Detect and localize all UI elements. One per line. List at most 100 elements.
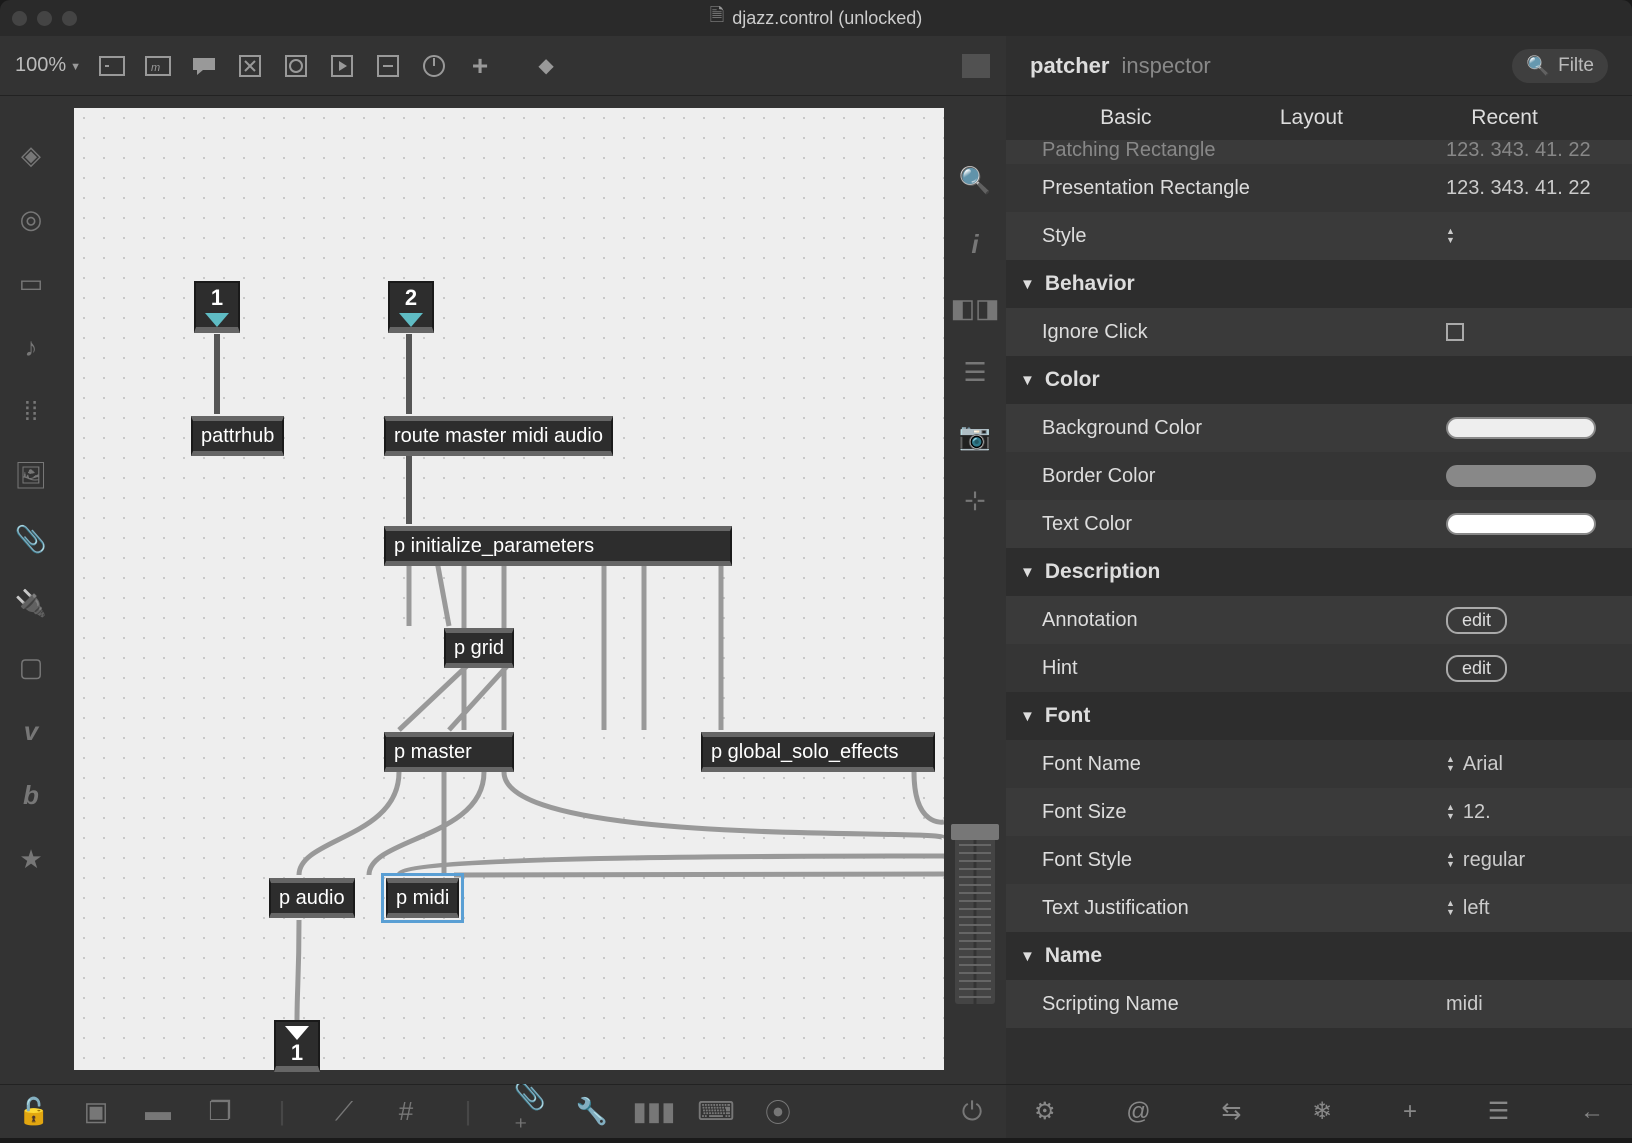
list-icon[interactable]: ☰ (961, 358, 989, 386)
target-icon[interactable]: ◎ (17, 205, 45, 233)
frame-icon[interactable]: ▭ (17, 269, 45, 297)
left-rail: ◈ ◎ ▭ ♪ ⁞⁞ 🖼 📎 🔌 ▢ v b ★ (0, 96, 62, 1084)
add-icon[interactable]: + (465, 51, 495, 81)
textjust-value[interactable]: ▲▼left (1446, 897, 1616, 920)
filter-input[interactable]: 🔍 Filte (1512, 49, 1608, 83)
message-box-icon[interactable]: m (143, 51, 173, 81)
fontname-label: Font Name (1042, 753, 1446, 776)
scripting-name-value[interactable]: midi (1446, 993, 1616, 1016)
bucket-icon[interactable]: ◆ (531, 51, 561, 81)
play-box-icon[interactable] (327, 51, 357, 81)
freeze-icon[interactable]: ❄ (1312, 1097, 1332, 1126)
menu-icon[interactable]: ☰ (1488, 1097, 1510, 1126)
image-icon[interactable]: 🖼 (17, 461, 45, 489)
paperclip-icon[interactable]: 📎 (17, 525, 45, 553)
section-color[interactable]: ▼Color (1006, 356, 1632, 404)
bordercolor-swatch[interactable] (1446, 465, 1596, 487)
wrench-icon[interactable]: 🔧 (578, 1098, 606, 1126)
grid-matrix-icon[interactable] (961, 51, 991, 81)
at-icon[interactable]: @ (1126, 1098, 1150, 1126)
attach-icon[interactable]: 📎⁺ (516, 1098, 544, 1126)
swap-icon[interactable]: ⇆ (1221, 1097, 1241, 1126)
screen-icon[interactable]: ▢ (17, 653, 45, 681)
hint-edit-button[interactable]: edit (1446, 655, 1507, 682)
divider: | (454, 1098, 482, 1126)
b-badge-icon[interactable]: b (17, 781, 45, 809)
bang-x-icon[interactable] (235, 51, 265, 81)
obj-midi[interactable]: p midi (386, 878, 459, 918)
cube-icon[interactable]: ◈ (17, 141, 45, 169)
textcolor-swatch[interactable] (1446, 513, 1596, 535)
inspector-properties[interactable]: Patching Rectangle 123. 343. 41. 22 Pres… (1006, 140, 1632, 1084)
toggle-icon[interactable] (281, 51, 311, 81)
section-behavior[interactable]: ▼Behavior (1006, 260, 1632, 308)
v-badge-icon[interactable]: v (17, 717, 45, 745)
section-name[interactable]: ▼Name (1006, 932, 1632, 980)
inspector-bottom-bar: ⚙ @ ⇆ ❄ + ☰ ← (1006, 1084, 1632, 1138)
grid-toggle-icon[interactable]: # (392, 1098, 420, 1126)
presentation-icon[interactable]: ▣ (82, 1098, 110, 1126)
inspector-tabs[interactable]: Basic Layout Recent (1006, 96, 1632, 140)
obj-init-params[interactable]: p initialize_parameters (384, 526, 732, 566)
comment-icon[interactable] (189, 51, 219, 81)
tab-recent[interactable]: Recent (1471, 106, 1538, 130)
search-icon[interactable]: 🔍 (961, 166, 989, 194)
obj-pattrhub[interactable]: pattrhub (191, 416, 284, 456)
bgcolor-swatch[interactable] (1446, 417, 1596, 439)
dial-icon[interactable] (419, 51, 449, 81)
eye-slash-icon[interactable]: ⟋ (330, 1098, 358, 1126)
style-value[interactable]: ▲▼ (1446, 227, 1616, 245)
info-icon[interactable]: i (961, 230, 989, 258)
obj-route[interactable]: route master midi audio (384, 416, 613, 456)
camera-icon[interactable]: 📷 (961, 422, 989, 450)
document-icon: 🗎 (710, 3, 724, 33)
inlet-2[interactable]: 2 (388, 281, 434, 333)
note-icon[interactable]: ♪ (17, 333, 45, 361)
inspector-title: patcher (1030, 53, 1109, 79)
obj-audio[interactable]: p audio (269, 878, 355, 918)
minimize-icon[interactable] (37, 11, 52, 26)
tab-layout[interactable]: Layout (1280, 106, 1343, 130)
fontname-value[interactable]: ▲▼Arial (1446, 753, 1616, 776)
section-font[interactable]: ▼Font (1006, 692, 1632, 740)
columns-icon[interactable]: ◧◨ (961, 294, 989, 322)
ignore-click-checkbox[interactable] (1446, 323, 1464, 341)
close-icon[interactable] (12, 11, 27, 26)
obj-solo[interactable]: p global_solo_effects (701, 732, 935, 772)
piano-icon[interactable]: ▮▮▮ (640, 1098, 668, 1126)
keyboard-icon[interactable]: ⌨ (702, 1098, 730, 1126)
gear-icon[interactable]: ⚙ (1034, 1097, 1056, 1126)
obj-grid[interactable]: p grid (444, 628, 514, 668)
textcolor-label: Text Color (1042, 513, 1446, 536)
divider: | (268, 1098, 296, 1126)
power-icon[interactable]: ⏻ (958, 1098, 986, 1126)
engine-icon[interactable]: ⦿ (764, 1098, 792, 1126)
star-icon[interactable]: ★ (17, 845, 45, 873)
maximize-icon[interactable] (62, 11, 77, 26)
windows-icon[interactable]: ❐ (206, 1098, 234, 1126)
tab-basic[interactable]: Basic (1100, 106, 1151, 130)
presentation-rect-value[interactable]: 123. 343. 41. 22 (1446, 177, 1616, 200)
new-object-icon[interactable] (97, 51, 127, 81)
zoom-selector[interactable]: 100%▼ (15, 54, 81, 77)
number-box-icon[interactable] (373, 51, 403, 81)
sliders-icon[interactable]: ⊹ (961, 486, 989, 514)
fontsize-value[interactable]: ▲▼12. (1446, 801, 1616, 824)
unlock-icon[interactable]: 🔓 (20, 1098, 48, 1126)
back-icon[interactable]: ← (1580, 1098, 1604, 1126)
obj-master[interactable]: p master (384, 732, 514, 772)
fontstyle-value[interactable]: ▲▼regular (1446, 849, 1616, 872)
bgcolor-label: Background Color (1042, 417, 1446, 440)
matrix-icon[interactable]: ⁞⁞ (17, 397, 45, 425)
inlet-1[interactable]: 1 (194, 281, 240, 333)
outlet-1[interactable]: 1 (274, 1020, 320, 1072)
level-meter[interactable] (955, 824, 995, 1004)
hint-label: Hint (1042, 657, 1446, 680)
plug-icon[interactable]: 🔌 (17, 589, 45, 617)
add-attr-icon[interactable]: + (1403, 1098, 1417, 1126)
window-controls[interactable] (12, 11, 77, 26)
screen-mode-icon[interactable]: ▬ (144, 1098, 172, 1126)
section-description[interactable]: ▼Description (1006, 548, 1632, 596)
patcher-canvas[interactable]: 1 2 pattrhub route master midi audio p i… (74, 108, 944, 1070)
annotation-edit-button[interactable]: edit (1446, 607, 1507, 634)
